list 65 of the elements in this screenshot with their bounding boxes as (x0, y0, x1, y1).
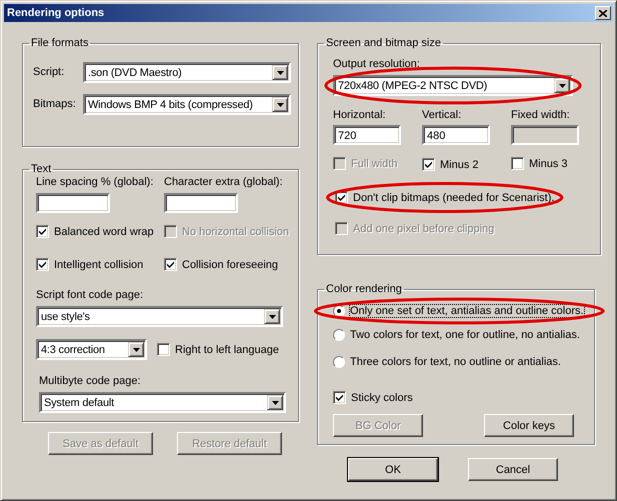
radio-button[interactable] (333, 329, 345, 341)
dropdown[interactable]: System default (39, 392, 286, 413)
group-title: Screen and bitmap size (326, 37, 441, 49)
check-icon (38, 260, 47, 269)
field-label: Character extra (global): (164, 176, 284, 189)
checkbox[interactable] (422, 158, 435, 171)
field-label: Script: (33, 66, 64, 78)
field-label: Script font code page: (36, 289, 144, 301)
checkbox-label: Intelligent collision (54, 258, 144, 270)
checkbox[interactable] (333, 391, 346, 404)
group-title: Text (31, 163, 52, 175)
field-label: Output resolution: (333, 58, 421, 71)
dialog-button[interactable]: OK (348, 458, 438, 481)
input-field[interactable]: 480 (422, 125, 490, 145)
group-title: File formats (31, 37, 88, 49)
field-label: Line spacing % (global): (36, 176, 154, 189)
check-icon (38, 227, 47, 236)
checkbox[interactable] (157, 343, 170, 356)
checkbox-label: Minus 3 (529, 158, 568, 170)
caret-icon (276, 102, 284, 106)
caret-icon (268, 314, 276, 318)
caret-icon (558, 84, 566, 88)
close-icon (599, 10, 607, 16)
field-label: Bitmaps: (33, 98, 76, 110)
checkbox-label: Add one pixel before clipping (353, 222, 494, 234)
field-label: Multibyte code page: (39, 375, 141, 387)
dropdown[interactable]: 4:3 correction (36, 339, 147, 360)
checkbox-label: No horizontal collision (182, 226, 289, 238)
dialog-button[interactable]: Color keys (484, 414, 574, 437)
window-title: Rendering options (7, 7, 104, 19)
checkbox-label: Collision foreseeing (182, 258, 278, 270)
checkbox-label: Full width (351, 158, 398, 170)
dropdown[interactable]: use style's (36, 306, 283, 327)
close-button[interactable] (595, 6, 611, 20)
checkbox[interactable] (164, 258, 177, 271)
radio-label: Only one set of text, antialias and outline colors. (350, 305, 584, 317)
dropdown[interactable]: 720x480 (MPEG-2 NTSC DVD) (333, 75, 573, 96)
check-icon (424, 160, 433, 169)
dropdown[interactable]: .son (DVD Maestro) (83, 62, 291, 83)
checkbox-label: Sticky colors (351, 392, 413, 404)
input-field[interactable] (164, 193, 238, 213)
checkbox-label: Don't clip bitmaps (needed for Scenarist). (353, 192, 554, 204)
caret-icon (272, 400, 278, 404)
dropdown[interactable]: Windows BMP 4 bits (compressed) (83, 94, 291, 115)
field-label: Fixed width: (511, 109, 571, 122)
group-title: Color rendering (326, 283, 402, 295)
field-label: Vertical: (422, 109, 462, 122)
dialog-button[interactable]: Cancel (468, 458, 558, 481)
checkbox[interactable] (511, 157, 524, 170)
caret-icon (132, 348, 140, 352)
input-field[interactable]: 720 (333, 125, 401, 145)
input-field[interactable] (36, 193, 110, 213)
check-icon (335, 393, 344, 402)
caret-icon (276, 70, 284, 74)
radio-label: Three colors for text, no outline or antialias. (350, 356, 561, 368)
checkbox[interactable] (36, 258, 49, 271)
radio-label: Two colors for text, one for outline, no antialias. (350, 329, 580, 341)
checkbox-label: Balanced word wrap (54, 226, 154, 238)
checkbox-label: Right to left language (175, 344, 279, 356)
checkbox[interactable] (36, 225, 49, 238)
check-icon (337, 193, 346, 202)
field-label: Horizontal: (333, 109, 387, 122)
radio-button[interactable] (333, 356, 345, 368)
check-icon (166, 260, 175, 269)
checkbox-label: Minus 2 (440, 158, 479, 170)
